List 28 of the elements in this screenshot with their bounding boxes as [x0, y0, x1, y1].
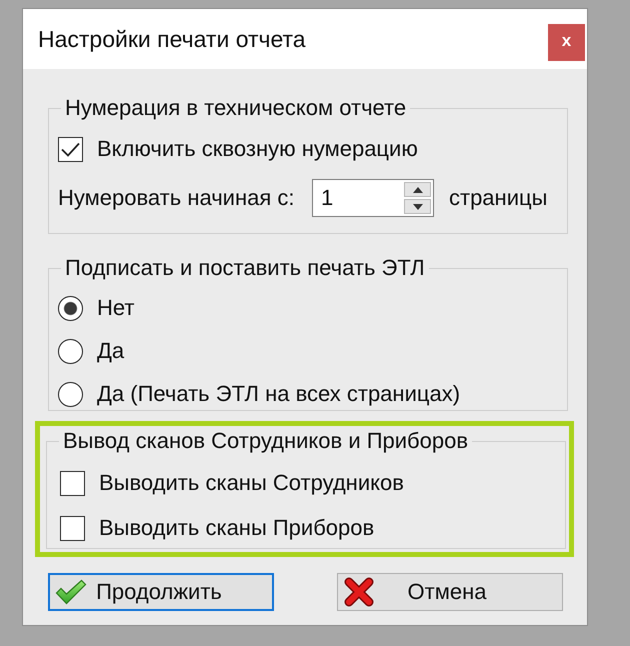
- checkbox[interactable]: [58, 136, 83, 162]
- checkbox[interactable]: [60, 470, 85, 496]
- cancel-button[interactable]: Отмена: [337, 573, 563, 611]
- group-title: Нумерация в техническом отчете: [64, 96, 408, 120]
- checkbox[interactable]: [60, 516, 85, 540]
- unit-label: страницы: [449, 186, 548, 210]
- radio-label[interactable]: Да (Печать ЭТЛ на всех страницах): [97, 382, 460, 406]
- checkbox-label[interactable]: Выводить сканы Сотрудников: [99, 471, 404, 495]
- check-icon: [61, 142, 80, 156]
- radio-label[interactable]: Да: [97, 339, 124, 363]
- spin-down-button[interactable]: [404, 199, 431, 214]
- continue-button[interactable]: Продолжить: [48, 573, 274, 611]
- field-label: Нумеровать начиная с:: [58, 186, 296, 210]
- radio-button[interactable]: [58, 338, 83, 364]
- check-mark-icon: [55, 579, 87, 605]
- down-triangle-icon: [412, 204, 422, 210]
- spin-up-button[interactable]: [404, 182, 431, 197]
- radio-button[interactable]: [58, 296, 83, 320]
- radio-button[interactable]: [58, 382, 83, 406]
- up-triangle-icon: [412, 186, 422, 192]
- checkbox-label[interactable]: Включить сквозную нумерацию: [97, 137, 418, 161]
- window-title: Настройки печати отчета: [38, 27, 306, 51]
- group-title: Подписать и поставить печать ЭТЛ: [64, 256, 426, 280]
- group-title: Вывод сканов Сотрудников и Приборов: [62, 429, 470, 453]
- close-button[interactable]: x: [548, 24, 585, 60]
- radio-label[interactable]: Нет: [97, 296, 134, 320]
- x-mark-icon: [344, 577, 374, 607]
- checkbox-label[interactable]: Выводить сканы Приборов: [99, 516, 374, 540]
